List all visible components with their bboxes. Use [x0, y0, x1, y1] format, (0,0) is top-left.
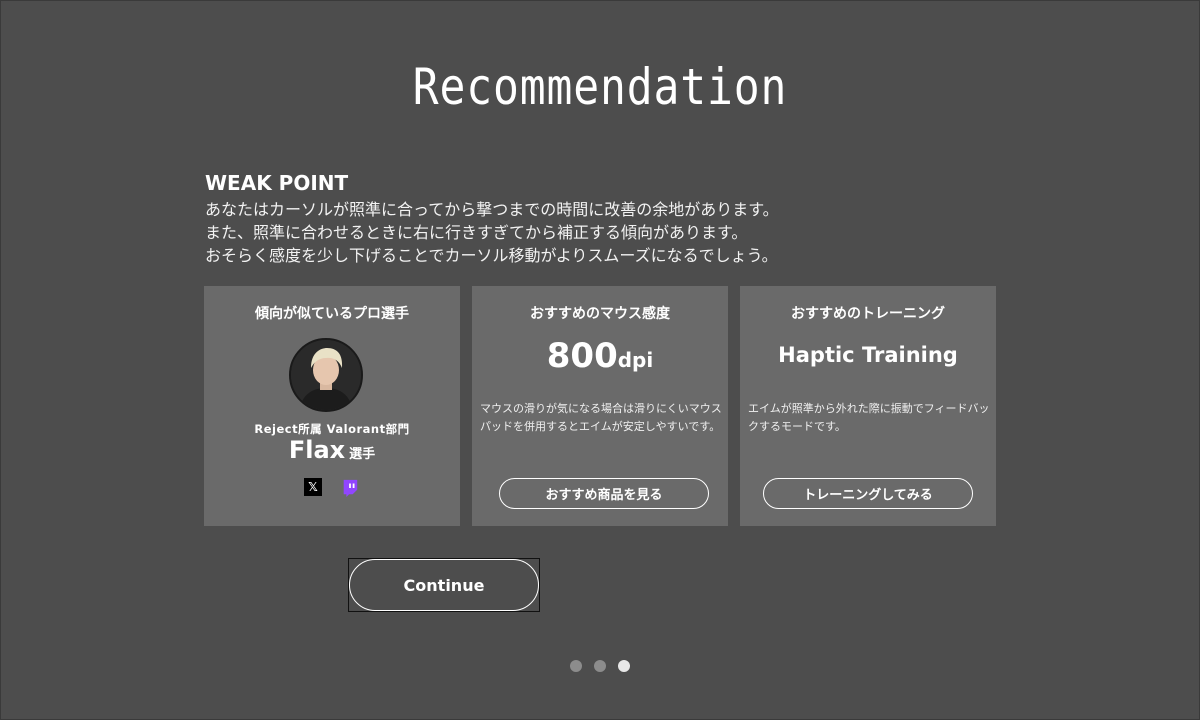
social-links: 𝕏 — [204, 478, 460, 498]
continue-focus-box: Continue — [348, 558, 540, 612]
page-dot[interactable] — [594, 660, 606, 672]
weak-point-line: また、照準に合わせるときに右に行きすぎてから補正する傾向があります。 — [205, 223, 748, 242]
try-training-button[interactable]: トレーニングしてみる — [763, 478, 973, 509]
player-suffix: 選手 — [349, 447, 376, 462]
pro-player-card: 傾向が似ているプロ選手 Reject所属 Valorant部門 Flax 選手 𝕏 — [204, 286, 460, 526]
weak-point-line: おそらく感度を少し下げることでカーソル移動がよりスムーズになるでしょう。 — [205, 246, 778, 265]
sensitivity-card: おすすめのマウス感度 800dpi マウスの滑りが気になる場合は滑りにくいマウス… — [472, 286, 728, 526]
dpi-number: 800 — [546, 336, 618, 376]
x-icon[interactable]: 𝕏 — [304, 478, 322, 496]
training-name: Haptic Training — [778, 343, 958, 367]
weak-point-section: WEAK POINT あなたはカーソルが照準に合ってから撃つまでの時間に改善の余… — [205, 172, 1005, 267]
sensitivity-description: マウスの滑りが気になる場合は滑りにくいマウスパッドを併用するとエイムが安定しやす… — [480, 402, 722, 433]
page-dot-active[interactable] — [618, 660, 630, 672]
weak-point-heading: WEAK POINT — [205, 171, 349, 195]
player-photo — [291, 340, 361, 410]
page-title: Recommendation — [412, 58, 788, 116]
continue-button[interactable]: Continue — [349, 559, 539, 611]
player-name-row: Flax 選手 — [204, 436, 460, 464]
pagination-dots — [570, 660, 630, 672]
twitch-icon[interactable] — [340, 478, 360, 498]
dpi-unit: dpi — [617, 348, 654, 372]
training-card: おすすめのトレーニング Haptic Training エイムが照準から外れた際… — [740, 286, 996, 526]
dpi-value: 800dpi — [472, 336, 728, 376]
twitch-icon-svg — [343, 479, 358, 497]
weak-point-line: あなたはカーソルが照準に合ってから撃つまでの時間に改善の余地があります。 — [205, 200, 779, 219]
card-title: おすすめのマウス感度 — [530, 306, 670, 322]
training-description: エイムが照準から外れた際に振動でフィードバックするモードです。 — [748, 402, 990, 433]
player-name: Flax — [288, 436, 346, 464]
page-dot[interactable] — [570, 660, 582, 672]
card-title: おすすめのトレーニング — [791, 306, 945, 322]
x-glyph: 𝕏 — [308, 480, 318, 494]
player-team: Reject所属 Valorant部門 — [254, 422, 410, 436]
card-title: 傾向が似ているプロ選手 — [255, 306, 409, 322]
recommended-products-button[interactable]: おすすめ商品を見る — [499, 478, 709, 509]
avatar — [289, 338, 363, 412]
